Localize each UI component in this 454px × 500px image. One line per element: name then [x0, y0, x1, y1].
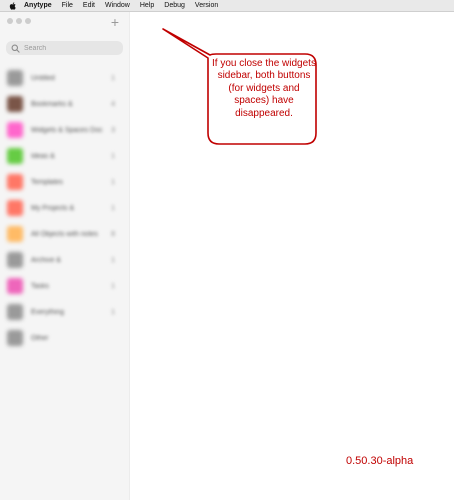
space-list: Untitled 1 Bookmarks & 4 Widgets & Spaces Do…: [0, 65, 129, 351]
sidebar-item-count: 8: [111, 230, 115, 238]
space-icon: [7, 122, 23, 138]
menu-app-name[interactable]: Anytype: [24, 0, 52, 11]
sidebar-item-label: Everything: [31, 308, 65, 316]
add-button[interactable]: +: [108, 15, 122, 29]
space-icon: [7, 252, 23, 268]
window-controls: [7, 18, 31, 24]
version-label: 0.50.30-alpha: [346, 455, 414, 467]
sidebar-item-label: Archive &: [31, 256, 61, 264]
sidebar-item[interactable]: Everything 1: [0, 299, 129, 325]
space-icon: [7, 226, 23, 242]
menu-file[interactable]: File: [62, 0, 73, 11]
sidebar-item-count: 1: [111, 282, 115, 290]
sidebar-item-label: Other: [31, 334, 49, 342]
sidebar-item-label: Templates: [31, 178, 63, 186]
menu-debug[interactable]: Debug: [164, 0, 185, 11]
sidebar-item-label: Bookmarks &: [31, 100, 73, 108]
menu-help[interactable]: Help: [140, 0, 154, 11]
sidebar-item-count: 1: [111, 152, 115, 160]
space-icon: [7, 304, 23, 320]
sidebar-item-label: Untitled: [31, 74, 55, 82]
sidebar-item[interactable]: Tasks 1: [0, 273, 129, 299]
sidebar-item-count: 1: [111, 74, 115, 82]
sidebar-item[interactable]: Templates 1: [0, 169, 129, 195]
sidebar-item[interactable]: Ideas & 1: [0, 143, 129, 169]
sidebar-item[interactable]: Archive & 1: [0, 247, 129, 273]
sidebar-item-label: Tasks: [31, 282, 49, 290]
space-icon: [7, 70, 23, 86]
sidebar-item[interactable]: Widgets & Spaces Doc 3: [0, 117, 129, 143]
sidebar-item-count: 1: [111, 308, 115, 316]
menu-edit[interactable]: Edit: [83, 0, 95, 11]
callout-text: If you close the widgets sidebar, both b…: [212, 58, 316, 119]
sidebar-item-count: 4: [111, 100, 115, 108]
space-icon: [7, 174, 23, 190]
sidebar-item-count: 1: [111, 178, 115, 186]
sidebar-item[interactable]: Other: [0, 325, 129, 351]
space-icon: [7, 330, 23, 346]
space-icon: [7, 200, 23, 216]
sidebar-item-label: Widgets & Spaces Doc: [31, 126, 103, 134]
close-window-button[interactable]: [7, 18, 13, 24]
apple-icon[interactable]: [9, 1, 16, 10]
sidebar-item[interactable]: All Objects with notes 8: [0, 221, 129, 247]
menu-bar: Anytype File Edit Window Help Debug Vers…: [0, 0, 454, 12]
sidebar: + Untitled 1 Bookmarks & 4 Widgets & Spaces …: [0, 12, 130, 500]
zoom-window-button[interactable]: [25, 18, 31, 24]
minimize-window-button[interactable]: [16, 18, 22, 24]
sidebar-item[interactable]: Bookmarks & 4: [0, 91, 129, 117]
menu-window[interactable]: Window: [105, 0, 130, 11]
space-icon: [7, 96, 23, 112]
sidebar-item-count: 1: [111, 256, 115, 264]
space-icon: [7, 148, 23, 164]
sidebar-item-count: 3: [111, 126, 115, 134]
space-icon: [7, 278, 23, 294]
sidebar-item-count: 1: [111, 204, 115, 212]
sidebar-item-label: All Objects with notes: [31, 230, 98, 238]
search-icon: [11, 44, 20, 53]
menu-version[interactable]: Version: [195, 0, 218, 11]
search-bar[interactable]: [6, 41, 123, 55]
sidebar-item[interactable]: My Projects & 1: [0, 195, 129, 221]
search-input[interactable]: [24, 44, 114, 52]
sidebar-item[interactable]: Untitled 1: [0, 65, 129, 91]
sidebar-item-label: My Projects &: [31, 204, 75, 212]
sidebar-item-label: Ideas &: [31, 152, 55, 160]
